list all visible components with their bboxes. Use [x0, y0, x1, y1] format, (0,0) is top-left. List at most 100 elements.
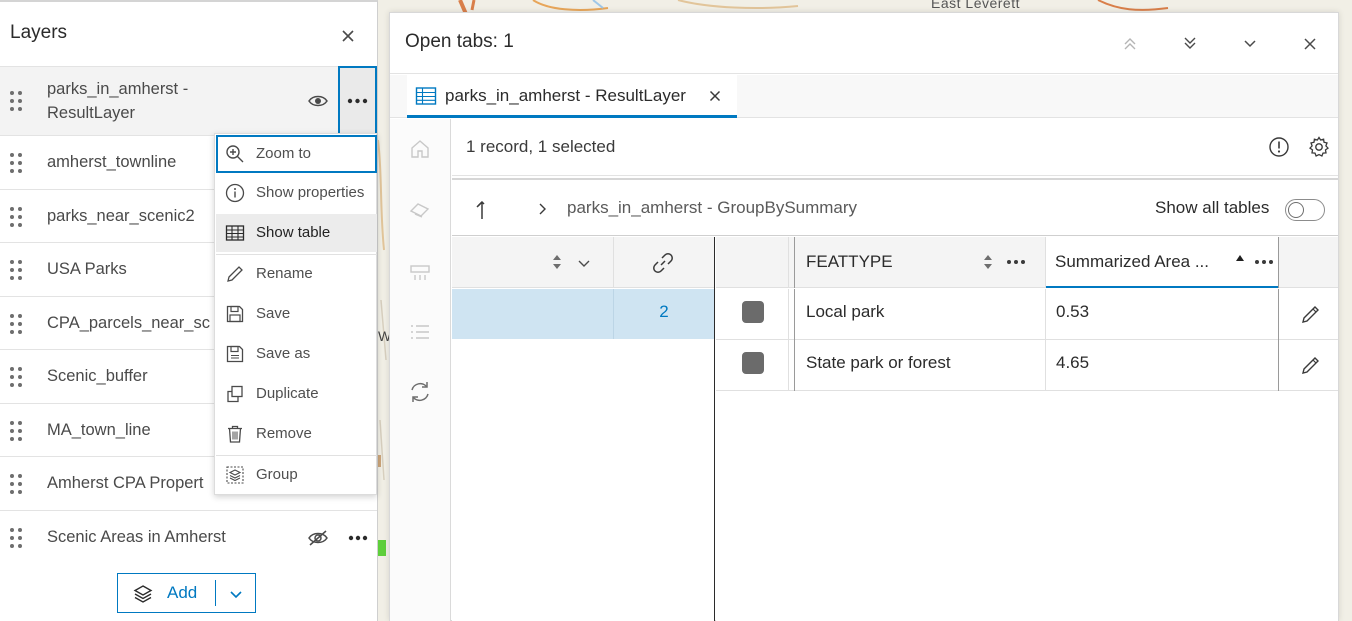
layer-options-button[interactable] [338, 66, 377, 135]
related-record-row[interactable]: 2 [452, 289, 714, 339]
menu-item-save-as[interactable]: Save as [216, 335, 377, 373]
arrow-up-icon[interactable] [472, 199, 492, 221]
layer-label: Amherst CPA Propert [47, 474, 204, 492]
home-icon[interactable] [407, 136, 433, 162]
eye-icon[interactable] [306, 89, 330, 113]
chevrons-down-icon[interactable] [1178, 32, 1202, 56]
table-icon [415, 86, 437, 106]
drag-handle-icon[interactable] [8, 527, 24, 549]
attribute-table: FEATTYPE Summarized Area ... Local park … [716, 237, 1338, 621]
column-header-summarized-area[interactable]: Summarized Area ... [1046, 237, 1278, 288]
layer-label: MA_town_line [47, 421, 151, 439]
sort-ascending-icon[interactable] [1234, 253, 1246, 265]
layer-item-scenic-areas-in-amherst[interactable]: Scenic Areas in Amherst [0, 510, 377, 563]
show-all-tables-toggle[interactable] [1285, 199, 1325, 221]
chevron-right-icon [534, 201, 550, 217]
layer-label: Scenic Areas in Amherst [47, 528, 226, 546]
menu-item-remove[interactable]: Remove [216, 415, 377, 453]
split-divider [215, 580, 216, 606]
eraser-icon[interactable] [407, 197, 433, 223]
drag-handle-icon[interactable] [8, 420, 24, 442]
open-tabs-title: Open tabs: 1 [405, 31, 514, 52]
column-divider [1278, 340, 1279, 391]
menu-item-label: Save as [256, 345, 311, 362]
related-grid-header [452, 237, 714, 288]
layer-label: Scenic_buffer [47, 367, 148, 385]
cell-summarized-area[interactable]: 0.53 [1056, 302, 1089, 322]
related-records-grid: 2 [452, 237, 715, 621]
table-row[interactable]: Local park 0.53 [716, 289, 1338, 340]
column-header-feattype[interactable]: FEATTYPE [806, 252, 893, 272]
related-count[interactable]: 2 [614, 302, 714, 322]
more-horizontal-icon[interactable] [1252, 251, 1276, 273]
drag-handle-icon[interactable] [8, 206, 24, 228]
menu-item-save[interactable]: Save [216, 295, 377, 333]
menu-item-group[interactable]: Group [216, 456, 377, 494]
column-divider [788, 237, 789, 288]
table-dialog: Open tabs: 1 parks_in_amherst - ResultLa… [389, 12, 1339, 621]
menu-item-show-table[interactable]: Show table [216, 214, 377, 252]
cell-summarized-area[interactable]: 4.65 [1056, 353, 1089, 373]
menu-item-label: Show properties [256, 184, 365, 201]
menu-item-label: Remove [256, 425, 312, 442]
highlight-icon[interactable] [407, 259, 433, 285]
table-side-toolbar [390, 119, 451, 621]
more-horizontal-icon[interactable] [345, 526, 371, 550]
drag-handle-icon[interactable] [8, 90, 24, 112]
zoom-in-icon [225, 144, 245, 164]
menu-item-zoom-to[interactable]: Zoom to [216, 135, 377, 173]
drag-handle-icon[interactable] [8, 366, 24, 388]
eye-off-icon[interactable] [306, 526, 330, 550]
sort-icon[interactable] [550, 253, 564, 271]
gear-icon[interactable] [1307, 135, 1331, 159]
menu-item-label: Group [256, 466, 298, 483]
column-divider [794, 237, 795, 288]
add-button[interactable]: Add [118, 574, 215, 612]
drag-handle-icon[interactable] [8, 473, 24, 495]
close-icon[interactable] [336, 24, 360, 48]
records-count: 1 record, 1 selected [466, 137, 616, 156]
layer-label: parks_in_amherst - ResultLayer [47, 77, 188, 125]
chevron-down-icon[interactable] [226, 584, 246, 604]
menu-item-duplicate[interactable]: Duplicate [216, 375, 377, 413]
table-dialog-header: Open tabs: 1 [390, 13, 1338, 74]
tab-label: parks_in_amherst - ResultLayer [445, 86, 686, 105]
column-divider [794, 340, 795, 391]
add-button-label: Add [167, 583, 198, 602]
column-divider [788, 289, 789, 340]
close-icon[interactable] [1298, 32, 1322, 56]
drag-handle-icon[interactable] [8, 152, 24, 174]
tab-parks-in-amherst-resultlayer[interactable]: parks_in_amherst - ResultLayer [407, 75, 737, 118]
row-select-checkbox[interactable] [742, 301, 764, 323]
close-tab-icon[interactable] [707, 88, 723, 104]
menu-item-label: Rename [256, 265, 313, 282]
cell-feattype[interactable]: Local park [806, 302, 884, 322]
chevron-down-icon[interactable] [1238, 32, 1262, 56]
more-horizontal-icon [347, 98, 368, 104]
drag-handle-icon[interactable] [8, 259, 24, 281]
cell-feattype[interactable]: State park or forest [806, 353, 951, 373]
list-icon[interactable] [407, 319, 433, 345]
save-as-icon [225, 344, 245, 364]
layer-label: amherst_townline [47, 153, 177, 171]
refresh-icon[interactable] [407, 379, 433, 405]
add-layer-split-button: Add [117, 573, 256, 613]
chevrons-up-icon[interactable] [1118, 32, 1142, 56]
drag-handle-icon[interactable] [8, 313, 24, 335]
column-divider [1278, 237, 1279, 288]
sort-icon[interactable] [982, 253, 994, 271]
menu-item-rename[interactable]: Rename [216, 255, 377, 293]
pencil-icon[interactable] [1300, 354, 1322, 376]
chevron-down-icon[interactable] [576, 255, 592, 271]
info-icon[interactable] [1268, 136, 1290, 158]
layer-label: CPA_parcels_near_sc [47, 314, 210, 332]
table-header-row: FEATTYPE Summarized Area ... [716, 237, 1338, 288]
layer-label-line1: parks_in_amherst - [47, 80, 189, 98]
table-row[interactable]: State park or forest 4.65 [716, 340, 1338, 391]
pencil-icon[interactable] [1300, 303, 1322, 325]
breadcrumb[interactable]: parks_in_amherst - GroupBySummary [567, 198, 857, 218]
row-select-checkbox[interactable] [742, 352, 764, 374]
more-horizontal-icon[interactable] [1004, 251, 1028, 273]
layer-item-parks-in-amherst-resultlayer[interactable]: parks_in_amherst - ResultLayer [0, 66, 377, 135]
menu-item-show-properties[interactable]: Show properties [216, 174, 377, 212]
